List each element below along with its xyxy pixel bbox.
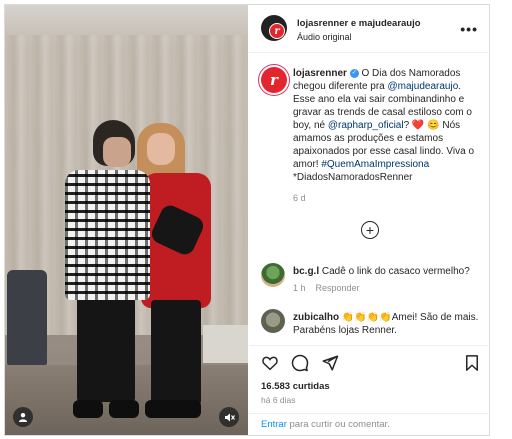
audio-label[interactable]: Áudio original — [297, 32, 352, 42]
caption-username[interactable]: lojasrenner — [293, 68, 347, 79]
save-bookmark-icon[interactable] — [463, 354, 481, 372]
post-authors[interactable]: lojasrenner e majudearaujo — [297, 18, 421, 29]
photo-face — [103, 137, 131, 167]
mention-link[interactable]: @rapharp_oficial — [328, 120, 404, 131]
comment-bubble-icon[interactable] — [291, 354, 309, 372]
comment-body: zubicalho 👏👏👏👏Amei! São de mais. Parabén… — [293, 311, 483, 337]
comment-username[interactable]: zubicalho — [293, 312, 339, 323]
caption-time: 6 d — [293, 193, 306, 203]
photo-legs — [151, 300, 201, 405]
share-plane-icon[interactable] — [321, 354, 339, 372]
logo-letter: r — [274, 25, 280, 37]
photo-shoe — [109, 400, 139, 418]
comment-username[interactable]: bc.g.l — [293, 266, 319, 277]
photo-shoe — [73, 400, 103, 418]
action-bar — [249, 345, 490, 375]
verified-badge-icon: ✓ — [349, 68, 359, 78]
mention-link[interactable]: @majudearaujo — [388, 81, 459, 92]
comment-body: bc.g.l Cadê o link do casaco vermelho? — [293, 265, 483, 278]
likes-count[interactable]: 16.583 curtidas — [261, 381, 330, 392]
instagram-post-card: r lojasrenner e majudearaujo Áudio origi… — [4, 4, 490, 436]
comment-login-bar: Entrar para curtir ou comentar. — [249, 413, 490, 435]
post-date[interactable]: há 6 dias — [261, 395, 296, 405]
photo-legs — [77, 297, 135, 402]
mute-icon[interactable] — [219, 407, 239, 427]
collab-avatar[interactable]: r — [261, 15, 287, 41]
login-link[interactable]: Entrar — [261, 419, 287, 430]
comment-avatar[interactable] — [261, 263, 285, 287]
photo-plaid-pattern — [65, 170, 150, 300]
comment-text: Cadê o link do casaco vermelho? — [319, 266, 470, 277]
renner-logo-icon: r — [269, 23, 285, 39]
photo-shoes — [145, 400, 201, 418]
photo-chair — [7, 270, 47, 365]
logo-letter: r — [270, 71, 278, 89]
comment-avatar[interactable] — [261, 309, 285, 333]
comment-time: 1 h — [293, 283, 306, 293]
post-header: r lojasrenner e majudearaujo Áudio origi… — [249, 5, 490, 53]
login-prompt-text: para curtir ou comentar. — [286, 419, 390, 430]
renner-avatar[interactable]: r — [261, 67, 287, 93]
login-to-comment: Entrar para curtir ou comentar. — [261, 419, 390, 430]
reply-button[interactable]: Responder — [316, 283, 360, 293]
photo-face — [147, 133, 175, 165]
hashtag-link[interactable]: #QuemAmaImpressiona — [321, 159, 429, 170]
post-caption: lojasrenner ✓ O Dia dos Namorados chegou… — [293, 67, 481, 184]
more-options-icon[interactable]: ••• — [460, 21, 478, 37]
load-more-comments-button[interactable]: + — [361, 221, 379, 239]
post-side-panel: r lojasrenner e majudearaujo Áudio origi… — [249, 5, 490, 435]
comment-meta: 1 h Responder — [293, 283, 370, 293]
photo-side-table — [203, 325, 248, 363]
caption-text: *DiadosNamoradosRenner — [293, 172, 413, 183]
like-heart-icon[interactable] — [261, 354, 279, 372]
post-media-photo[interactable] — [5, 5, 248, 435]
tagged-users-icon[interactable] — [13, 407, 33, 427]
